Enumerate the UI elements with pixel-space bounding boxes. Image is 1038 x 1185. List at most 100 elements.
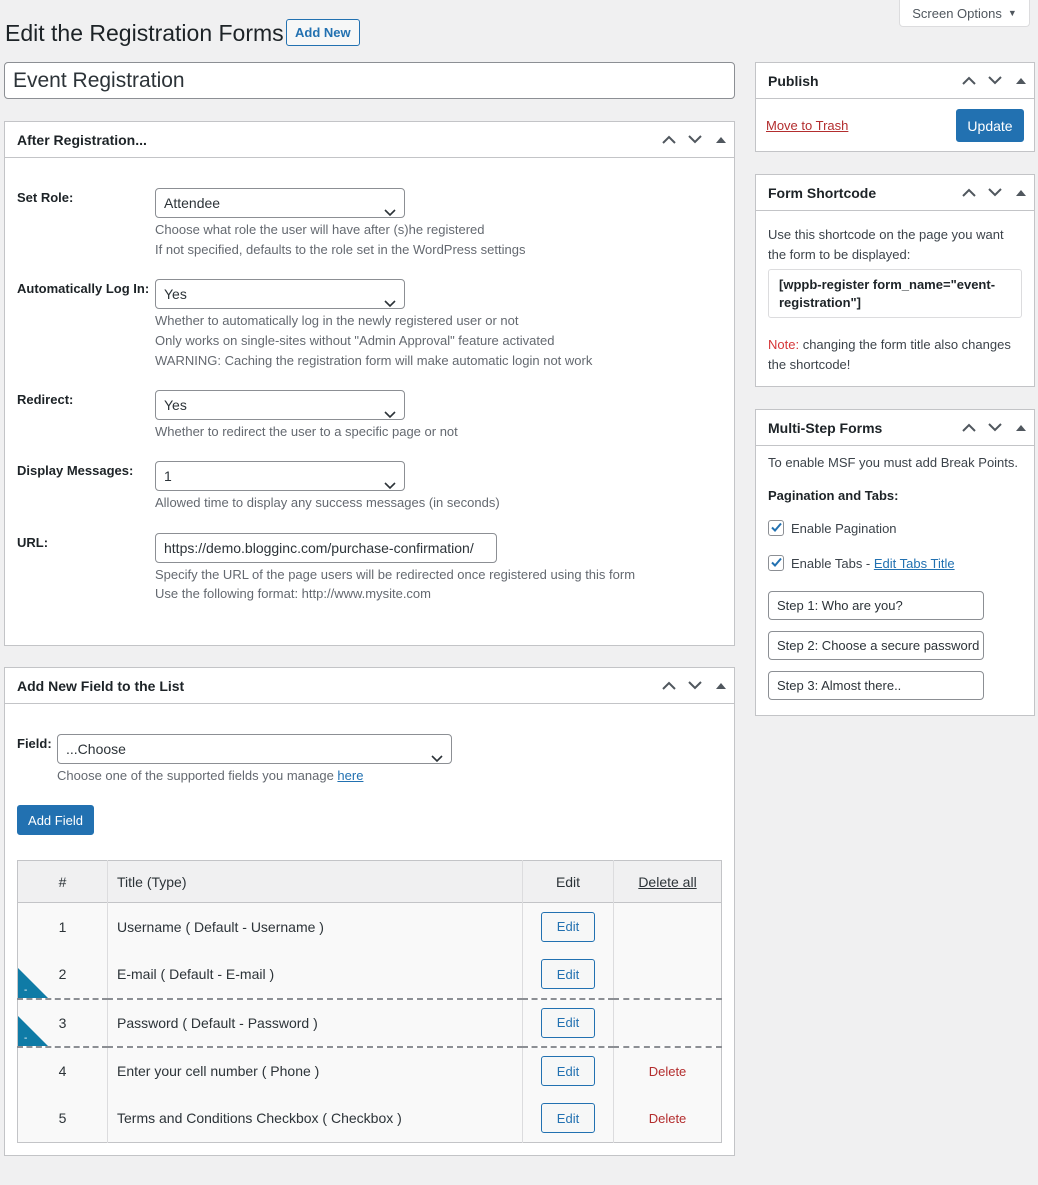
row-title: Enter your cell number ( Phone ) [107, 1046, 523, 1095]
url-desc-1: Specify the URL of the page users will b… [155, 567, 636, 582]
display-messages-value: 1 [164, 468, 172, 484]
table-row[interactable]: 1 Username ( Default - Username ) Edit [17, 902, 722, 951]
row-title: Terms and Conditions Checkbox ( Checkbox… [107, 1094, 523, 1143]
redirect-desc-1: Whether to redirect the user to a specif… [155, 424, 458, 439]
fields-table: # Title (Type) Edit Delete all 1 Usernam… [17, 860, 722, 1143]
caret-down-icon: ▼ [1007, 8, 1017, 18]
collapse-toggle-icon[interactable] [708, 122, 734, 158]
postbox-header: Multi-Step Forms [756, 410, 1034, 446]
display-messages-select[interactable]: 1 [155, 461, 405, 491]
multi-step-forms-box: Multi-Step Forms To enable MSF you must … [755, 409, 1035, 716]
delete-link[interactable]: Delete [649, 1064, 687, 1079]
drag-corner-icon[interactable] [18, 967, 48, 998]
table-row[interactable]: 3 - Password ( Default - Password ) Edit [17, 998, 722, 1047]
edit-button[interactable]: Edit [541, 1103, 595, 1134]
header-delete-all: Delete all [614, 861, 722, 903]
row-num: 1 [17, 902, 108, 951]
drag-corner-icon[interactable] [18, 1015, 48, 1046]
edit-button[interactable]: Edit [541, 1007, 595, 1038]
edit-button[interactable]: Edit [541, 911, 595, 942]
msf-heading: Multi-Step Forms [768, 419, 883, 436]
set-role-label: Set Role: [17, 190, 74, 205]
auto-login-desc-1: Whether to automatically log in the newl… [155, 313, 519, 328]
update-button[interactable]: Update [956, 109, 1024, 142]
row-title: Password ( Default - Password ) [107, 998, 523, 1047]
row-delete-cell: Delete [614, 1047, 722, 1095]
row-edit-cell: Edit [522, 998, 614, 1047]
header-title: Title (Type) [107, 860, 523, 903]
move-down-icon[interactable] [982, 410, 1008, 446]
enable-pagination-checkbox[interactable] [768, 520, 784, 536]
enable-tabs-row[interactable]: Enable Tabs - Edit Tabs Title [768, 555, 955, 571]
step-2-input[interactable]: Step 2: Choose a secure password [768, 631, 984, 660]
auto-login-desc-2: Only works on single-sites without "Admi… [155, 333, 555, 348]
move-up-icon[interactable] [956, 175, 982, 211]
corner-mark: - [24, 1032, 28, 1044]
row-edit-cell: Edit [522, 1094, 614, 1143]
move-up-icon[interactable] [956, 410, 982, 446]
postbox-header: After Registration... [5, 122, 734, 158]
collapse-toggle-icon[interactable] [1008, 410, 1034, 446]
add-new-button[interactable]: Add New [286, 19, 360, 46]
auto-login-label: Automatically Log In: [17, 281, 150, 296]
edit-tabs-title-link[interactable]: Edit Tabs Title [874, 556, 955, 571]
move-up-icon[interactable] [956, 63, 982, 99]
collapse-toggle-icon[interactable] [1008, 63, 1034, 99]
set-role-desc-2: If not specified, defaults to the role s… [155, 242, 526, 257]
shortcode-note: Note: changing the form title also chang… [768, 335, 1028, 375]
header-num: # [17, 860, 108, 903]
auto-login-select[interactable]: Yes [155, 279, 405, 309]
move-down-icon[interactable] [982, 63, 1008, 99]
handle-actions [956, 63, 1034, 98]
row-title: Username ( Default - Username ) [107, 902, 523, 951]
move-down-icon[interactable] [982, 175, 1008, 211]
redirect-select[interactable]: Yes [155, 390, 405, 420]
collapse-toggle-icon[interactable] [1008, 175, 1034, 211]
collapse-toggle-icon[interactable] [708, 668, 734, 704]
after-registration-box: After Registration... Set Role: Attendee… [4, 121, 735, 646]
row-edit-cell: Edit [522, 950, 614, 999]
chevron-down-icon [431, 744, 443, 772]
after-registration-heading: After Registration... [17, 131, 147, 148]
field-desc-text: Choose one of the supported fields you m… [57, 768, 338, 783]
move-up-icon[interactable] [656, 122, 682, 158]
set-role-select[interactable]: Attendee [155, 188, 405, 218]
edit-button[interactable]: Edit [541, 959, 595, 989]
postbox-header: Add New Field to the List [5, 668, 734, 704]
enable-pagination-label: Enable Pagination [791, 520, 897, 536]
add-field-button[interactable]: Add Field [17, 805, 94, 835]
table-row[interactable]: 4 Enter your cell number ( Phone ) Edit … [17, 1046, 722, 1095]
move-down-icon[interactable] [682, 122, 708, 158]
table-header-row: # Title (Type) Edit Delete all [17, 860, 722, 903]
move-up-icon[interactable] [656, 668, 682, 704]
shortcode-code-box[interactable]: [wppb-register form_name="event-registra… [768, 269, 1022, 318]
delete-all-link[interactable]: Delete all [638, 874, 696, 890]
field-label: Field: [17, 736, 52, 751]
set-role-desc-1: Choose what role the user will have afte… [155, 222, 485, 237]
form-title-input[interactable]: Event Registration [4, 62, 735, 99]
add-new-field-box: Add New Field to the List Field: ...Choo… [4, 667, 735, 1156]
step-3-input[interactable]: Step 3: Almost there.. [768, 671, 984, 700]
step-1-input[interactable]: Step 1: Who are you? [768, 591, 984, 620]
handle-actions [656, 122, 734, 157]
enable-pagination-row[interactable]: Enable Pagination [768, 520, 897, 536]
table-row[interactable]: 5 Terms and Conditions Checkbox ( Checkb… [17, 1094, 722, 1143]
field-desc: Choose one of the supported fields you m… [57, 766, 363, 786]
screen-options-tab[interactable]: Screen Options ▼ [899, 0, 1030, 27]
field-select[interactable]: ...Choose [57, 734, 452, 764]
move-to-trash-link[interactable]: Move to Trash [766, 118, 848, 133]
move-down-icon[interactable] [682, 668, 708, 704]
shortcode-desc: Use this shortcode on the page you want … [768, 227, 1004, 262]
url-input[interactable]: https://demo.blogginc.com/purchase-confi… [155, 533, 497, 563]
row-edit-cell: Edit [522, 1046, 614, 1095]
auto-login-value: Yes [164, 286, 187, 302]
table-row[interactable]: 2 - E-mail ( Default - E-mail ) Edit [17, 950, 722, 999]
field-select-value: ...Choose [66, 741, 126, 757]
edit-button[interactable]: Edit [541, 1056, 595, 1086]
enable-tabs-checkbox[interactable] [768, 555, 784, 571]
delete-link[interactable]: Delete [649, 1111, 687, 1126]
enable-tabs-label: Enable Tabs - [791, 555, 874, 571]
postbox-header: Form Shortcode [756, 175, 1034, 211]
row-num: 2 [58, 966, 67, 982]
manage-fields-link[interactable]: here [337, 768, 363, 783]
